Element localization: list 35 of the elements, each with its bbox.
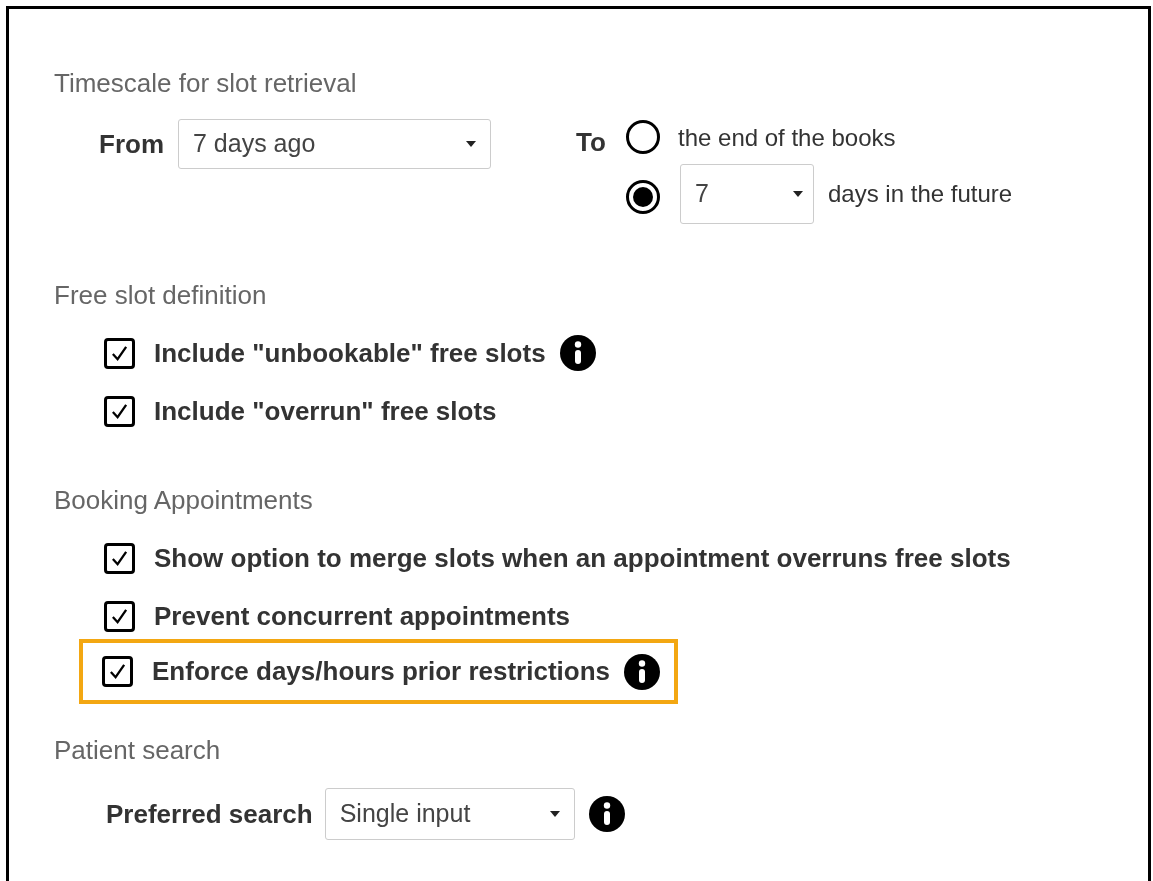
caret-icon [466, 141, 476, 147]
info-icon[interactable] [559, 335, 596, 371]
dropdown[interactable]: 7 [680, 164, 814, 224]
option-label: Include "unbookable" free slots [154, 336, 546, 370]
checkbox[interactable] [104, 600, 135, 632]
dropdown[interactable]: 7 days ago [178, 119, 491, 169]
section-heading: Patient search [54, 734, 222, 767]
info-icon[interactable] [588, 796, 625, 832]
section-heading: Free slot definition [54, 279, 268, 312]
checkmark-icon [110, 548, 129, 568]
radio-button[interactable] [626, 120, 660, 154]
checkbox[interactable] [104, 337, 135, 369]
option-label: Enforce days/hours prior restrictions [152, 655, 610, 688]
caret-icon [793, 191, 803, 197]
dropdown[interactable]: Single input [324, 788, 575, 840]
option-label: Show option to merge slots when an appointment overruns free slots [154, 541, 1011, 575]
option-label: the end of the books [678, 123, 896, 153]
field-label: Preferred search [106, 797, 313, 831]
radio-button[interactable] [626, 180, 660, 214]
checkbox[interactable] [104, 395, 135, 427]
checkbox[interactable] [104, 542, 135, 574]
checkbox[interactable] [102, 656, 133, 687]
field-label: To [576, 126, 607, 159]
checkmark-icon [108, 662, 127, 681]
option-label: Prevent concurrent appointments [154, 599, 571, 633]
checkmark-icon [110, 343, 129, 363]
section-heading: Booking Appointments [54, 484, 314, 517]
info-icon[interactable] [624, 653, 660, 690]
field-label: From [99, 128, 164, 161]
option-label: days in the future [828, 179, 1013, 209]
option-label: Include "overrun" free slots [154, 394, 497, 428]
checkmark-icon [110, 401, 129, 421]
section-heading: Timescale for slot retrieval [54, 67, 358, 100]
caret-icon [549, 811, 560, 817]
checkmark-icon [110, 606, 129, 626]
